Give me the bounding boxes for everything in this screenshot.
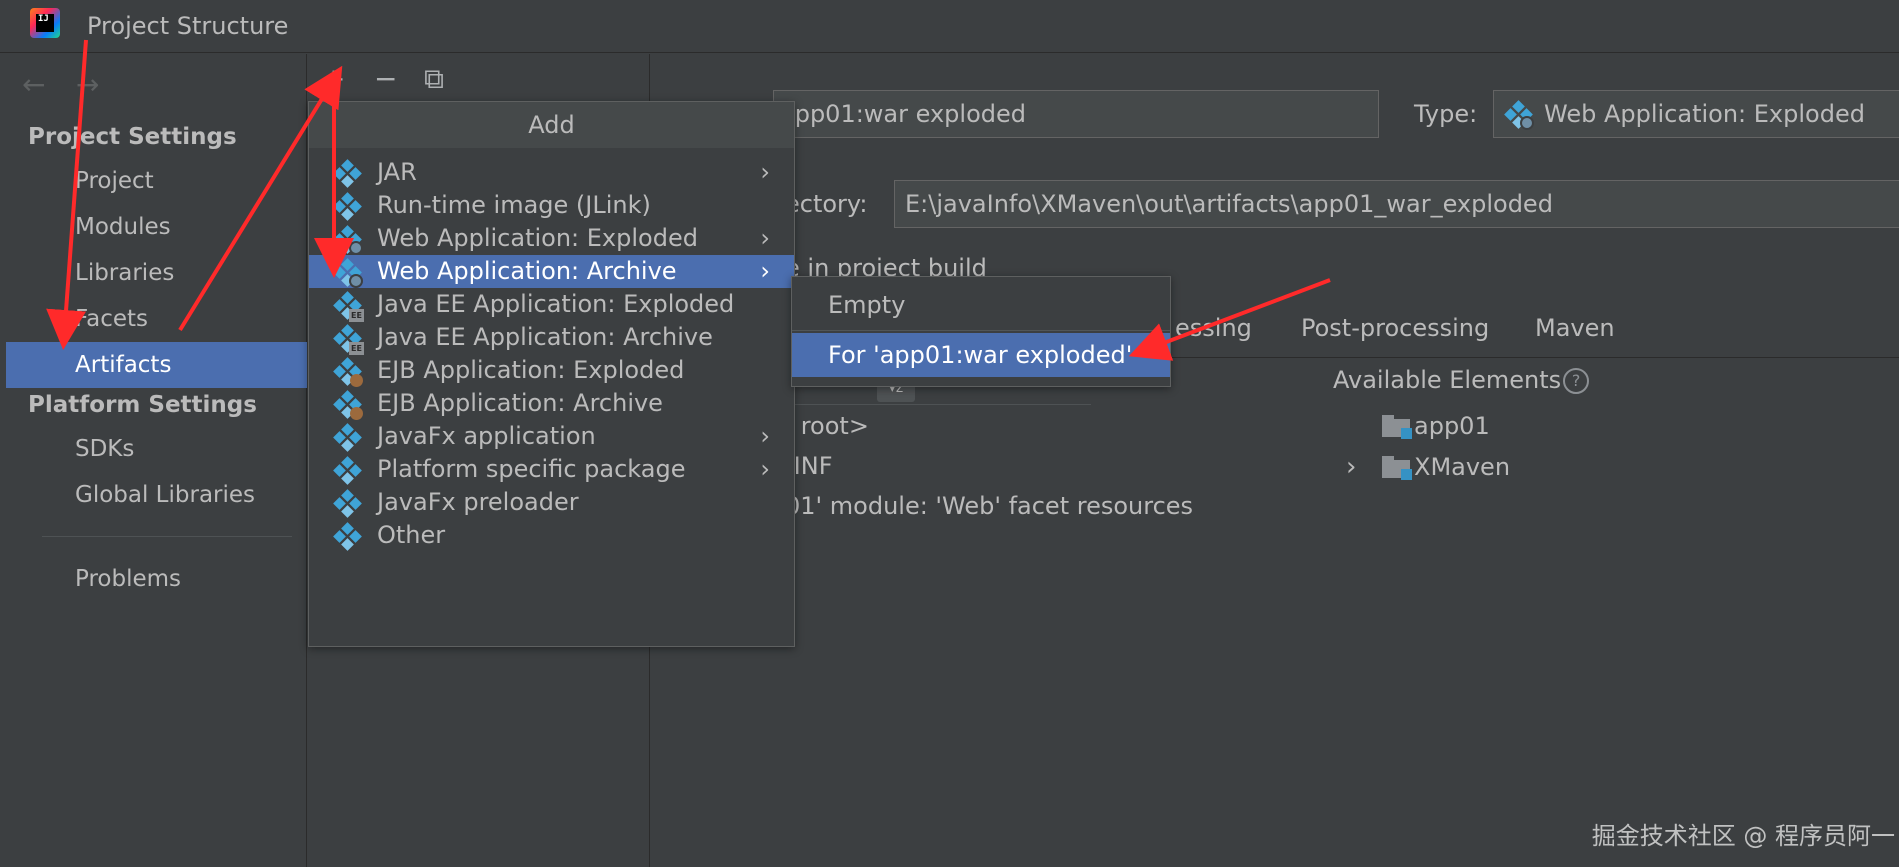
artifact-type-icon: EE bbox=[333, 324, 364, 355]
add-menu-item[interactable]: EE Java EE Application: Exploded bbox=[309, 288, 794, 322]
back-arrow-icon[interactable]: ← bbox=[22, 68, 45, 101]
sidebar-item-modules[interactable]: Modules bbox=[6, 204, 307, 250]
web-artifact-icon bbox=[1504, 100, 1534, 130]
artifact-type-icon: EE bbox=[333, 291, 364, 322]
sidebar-item-libraries[interactable]: Libraries bbox=[6, 250, 307, 296]
submenu-divider bbox=[792, 330, 1170, 331]
add-menu-item[interactable]: Other bbox=[309, 519, 794, 552]
add-menu-item[interactable]: Run-time image (JLink) bbox=[309, 189, 794, 222]
artifact-type-icon bbox=[333, 159, 362, 188]
submenu-item-empty[interactable]: Empty bbox=[792, 283, 1170, 327]
copy-icon[interactable]: ⧉ bbox=[424, 62, 444, 96]
available-elements-title: Available Elements? bbox=[1333, 366, 1590, 394]
tab-post-processing[interactable]: Post-processing bbox=[1301, 314, 1489, 342]
add-menu-item-label: JAR bbox=[377, 158, 417, 186]
forward-arrow-icon[interactable]: → bbox=[76, 68, 99, 101]
add-menu-item-label: EJB Application: Exploded bbox=[377, 356, 685, 384]
output-root-row[interactable]: : root> bbox=[785, 412, 869, 440]
sidebar-item-global-libraries[interactable]: Global Libraries bbox=[6, 472, 307, 518]
type-label: Type: bbox=[1414, 100, 1478, 128]
add-menu-item[interactable]: JavaFx application › bbox=[309, 420, 794, 453]
available-elements-label: Available Elements bbox=[1333, 366, 1562, 394]
artifact-type-icon bbox=[333, 390, 363, 420]
add-menu-item[interactable]: Web Application: Archive › bbox=[309, 255, 794, 288]
submenu-chevron-icon: › bbox=[760, 422, 770, 450]
add-menu-item-label: JavaFx preloader bbox=[377, 488, 579, 516]
sidebar-item-sdks[interactable]: SDKs bbox=[6, 426, 307, 472]
submenu-chevron-icon: › bbox=[760, 224, 770, 252]
add-menu-item[interactable]: Platform specific package › bbox=[309, 453, 794, 486]
help-icon[interactable]: ? bbox=[1563, 368, 1590, 394]
add-menu-header: Add bbox=[309, 102, 794, 148]
available-item-label: XMaven bbox=[1414, 453, 1511, 481]
artifact-type-icon bbox=[333, 423, 362, 452]
submenu-chevron-icon: › bbox=[760, 257, 770, 285]
artifact-type-icon bbox=[333, 225, 363, 255]
artifact-details-panel: app01:war exploded Type: Web Application… bbox=[651, 54, 1899, 867]
submenu-chevron-icon: › bbox=[760, 158, 770, 186]
add-menu-item-label: Web Application: Archive bbox=[377, 257, 677, 285]
title-bar: IJ Project Structure bbox=[0, 0, 1899, 53]
add-menu-item[interactable]: JAR › bbox=[309, 156, 794, 189]
add-menu-item-label: Run-time image (JLink) bbox=[377, 191, 651, 219]
facet-resources-row[interactable]: 01' module: 'Web' facet resources bbox=[785, 492, 1193, 520]
add-menu-item[interactable]: EJB Application: Exploded bbox=[309, 354, 794, 387]
add-menu-item-label: JavaFx application bbox=[377, 422, 596, 450]
sidebar-item-artifacts[interactable]: Artifacts bbox=[6, 342, 307, 388]
window-title: Project Structure bbox=[87, 12, 289, 40]
watermark: 掘金技术社区 @ 程序员阿一 bbox=[1591, 822, 1895, 850]
archive-submenu: Empty For 'app01:war exploded' bbox=[791, 276, 1171, 387]
artifact-type-icon bbox=[333, 192, 362, 221]
artifact-name-value: app01:war exploded bbox=[780, 100, 1026, 128]
artifact-type-icon bbox=[333, 456, 362, 485]
available-item-xmaven[interactable]: › XMaven bbox=[1346, 452, 1510, 482]
add-menu-item-label: EJB Application: Archive bbox=[377, 389, 663, 417]
sidebar-item-problems[interactable]: Problems bbox=[6, 556, 307, 602]
output-directory-label: ectory: bbox=[785, 190, 868, 218]
add-menu-item[interactable]: JavaFx preloader bbox=[309, 486, 794, 519]
available-item-label: app01 bbox=[1414, 412, 1490, 440]
artifact-type-icon bbox=[333, 258, 363, 288]
intellij-logo-icon: IJ bbox=[30, 8, 60, 38]
add-menu-item-label: Java EE Application: Exploded bbox=[377, 290, 735, 318]
sidebar-item-project[interactable]: Project bbox=[6, 158, 307, 204]
submenu-item-for-app01[interactable]: For 'app01:war exploded' bbox=[792, 333, 1170, 377]
add-icon[interactable]: + bbox=[322, 62, 345, 95]
add-menu-item[interactable]: Web Application: Exploded › bbox=[309, 222, 794, 255]
project-settings-heading: Project Settings bbox=[28, 124, 237, 150]
tab-maven[interactable]: Maven bbox=[1535, 314, 1615, 342]
add-menu-item-label: Java EE Application: Archive bbox=[377, 323, 713, 351]
type-value: Web Application: Exploded bbox=[1544, 100, 1865, 128]
module-folder-icon bbox=[1382, 415, 1412, 439]
add-menu-item[interactable]: EJB Application: Archive bbox=[309, 387, 794, 420]
tab-pre-processing[interactable]: essing bbox=[1175, 314, 1252, 342]
add-menu-item-label: Other bbox=[377, 521, 446, 549]
expand-chevron-icon[interactable]: › bbox=[1346, 452, 1382, 482]
add-menu-item-label: Platform specific package bbox=[377, 455, 686, 483]
type-select[interactable]: Web Application: Exploded bbox=[1493, 90, 1899, 138]
artifact-type-icon bbox=[333, 357, 363, 387]
platform-settings-heading: Platform Settings bbox=[28, 392, 257, 418]
output-directory-field[interactable]: E:\javaInfo\XMaven\out\artifacts\app01_w… bbox=[894, 180, 1899, 228]
submenu-chevron-icon: › bbox=[760, 455, 770, 483]
artifact-type-icon bbox=[333, 489, 362, 518]
remove-icon[interactable]: − bbox=[374, 62, 397, 95]
sidebar-divider bbox=[42, 536, 292, 537]
add-artifact-menu: Add JAR › Run-time image (JLink) Web Applic… bbox=[308, 101, 795, 647]
module-folder-icon bbox=[1382, 456, 1412, 480]
settings-sidebar: ← → Project Settings Project Modules Lib… bbox=[6, 54, 307, 867]
artifact-name-field[interactable]: app01:war exploded bbox=[773, 90, 1379, 138]
artifact-type-icon bbox=[333, 522, 362, 551]
add-menu-item-label: Web Application: Exploded bbox=[377, 224, 698, 252]
sidebar-item-facets[interactable]: Facets bbox=[6, 296, 307, 342]
available-item-app01[interactable]: app01 bbox=[1382, 412, 1490, 440]
add-menu-item[interactable]: EE Java EE Application: Archive bbox=[309, 321, 794, 355]
